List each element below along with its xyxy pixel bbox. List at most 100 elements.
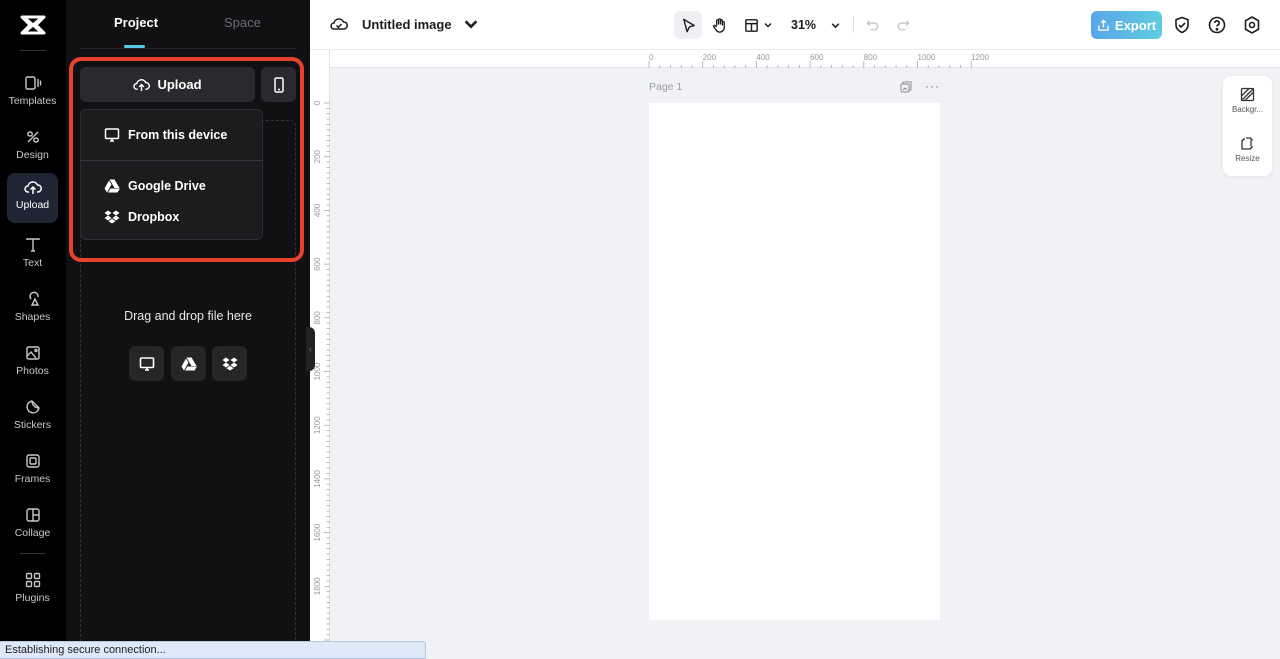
tab-project[interactable]: Project bbox=[114, 15, 158, 30]
rail-item-upload[interactable]: Upload bbox=[7, 173, 58, 223]
left-rail: Templates Design Upload Text Shapes Phot… bbox=[0, 0, 66, 659]
rail-divider bbox=[20, 553, 46, 554]
ruler-label: 1600 bbox=[313, 523, 322, 541]
chevron-down-icon bbox=[831, 22, 839, 28]
collage-icon bbox=[25, 508, 40, 522]
select-tool[interactable] bbox=[674, 11, 702, 39]
ruler-label: 800 bbox=[864, 53, 878, 62]
monitor-icon bbox=[139, 356, 154, 371]
mobile-phone-icon bbox=[273, 76, 284, 93]
export-icon bbox=[1098, 18, 1109, 31]
rail-item-plugins[interactable]: Plugins bbox=[7, 566, 58, 616]
rail-item-collage[interactable]: Collage bbox=[7, 501, 58, 551]
photos-icon bbox=[25, 346, 40, 360]
background-tool[interactable]: Backgr... bbox=[1223, 87, 1272, 114]
export-label: Export bbox=[1114, 17, 1157, 33]
zoom-menu[interactable] bbox=[827, 11, 843, 39]
side-tool-label: Resize bbox=[1235, 154, 1260, 163]
menu-item-dropbox[interactable]: Dropbox bbox=[81, 202, 262, 232]
upload-from-phone-button[interactable] bbox=[261, 67, 296, 102]
browser-status-bar: Establishing secure connection... bbox=[0, 641, 426, 659]
ruler-label: 1400 bbox=[313, 469, 322, 487]
layout-icon bbox=[745, 18, 758, 32]
pointer-icon bbox=[682, 18, 695, 32]
zoom-level[interactable]: 31% bbox=[791, 18, 816, 32]
upload-button[interactable]: Upload bbox=[80, 67, 255, 102]
menu-item-from-this-device[interactable]: From this device bbox=[81, 120, 262, 150]
background-icon bbox=[1240, 87, 1255, 102]
rail-label: Shapes bbox=[14, 311, 51, 323]
collapse-panel-handle[interactable]: ‹ bbox=[306, 327, 315, 371]
resize-tool[interactable]: Resize bbox=[1223, 136, 1272, 163]
resize-icon bbox=[1241, 137, 1253, 150]
dropbox-icon bbox=[104, 210, 120, 224]
ruler-label: 1200 bbox=[313, 416, 322, 434]
menu-divider bbox=[81, 160, 262, 161]
export-button[interactable]: Export bbox=[1091, 11, 1162, 39]
toolbar-divider bbox=[853, 17, 854, 33]
help-icon[interactable] bbox=[1207, 15, 1227, 35]
chevron-down-icon bbox=[464, 20, 477, 29]
hand-tool[interactable] bbox=[705, 11, 733, 39]
text-icon bbox=[25, 238, 40, 252]
menu-item-label: From this device bbox=[128, 128, 228, 142]
capcut-logo-icon[interactable] bbox=[19, 14, 47, 36]
upload-source-menu: From this device Google Drive Dropbox bbox=[80, 109, 263, 240]
upload-button-label: Upload bbox=[157, 77, 202, 92]
rail-item-templates[interactable]: Templates bbox=[7, 69, 58, 119]
rail-label: Plugins bbox=[15, 592, 50, 604]
rail-label: Text bbox=[22, 257, 43, 269]
page-label: Page 1 bbox=[649, 81, 683, 93]
ruler-label: 200 bbox=[313, 149, 322, 163]
upload-cloud-icon bbox=[23, 181, 42, 194]
document-title-menu[interactable]: Untitled image bbox=[330, 15, 480, 33]
ruler-label: 600 bbox=[313, 257, 322, 271]
shapes-icon bbox=[28, 291, 39, 306]
rail-label: Frames bbox=[14, 473, 51, 485]
rail-label: Design bbox=[16, 149, 49, 161]
ruler-label: 1000 bbox=[918, 53, 936, 62]
google-drive-icon bbox=[104, 179, 120, 193]
undo-icon bbox=[865, 19, 878, 30]
ruler-label: 600 bbox=[810, 53, 824, 62]
canvas-page[interactable] bbox=[649, 103, 940, 620]
redo-icon bbox=[897, 19, 910, 30]
side-tools-panel: Backgr... Resize bbox=[1223, 76, 1272, 176]
from-device-button[interactable] bbox=[129, 346, 164, 381]
rail-item-shapes[interactable]: Shapes bbox=[7, 285, 58, 335]
ruler-label: 0 bbox=[649, 53, 654, 62]
duplicate-page-icon[interactable] bbox=[900, 81, 912, 93]
rail-label: Photos bbox=[16, 365, 49, 377]
frames-icon bbox=[25, 454, 40, 468]
rail-item-photos[interactable]: Photos bbox=[7, 339, 58, 389]
rail-label: Templates bbox=[8, 95, 57, 107]
cloud-saved-icon bbox=[330, 18, 348, 30]
ruler-label: 200 bbox=[703, 53, 717, 62]
settings-icon[interactable] bbox=[1242, 15, 1262, 35]
google-drive-button[interactable] bbox=[171, 346, 206, 381]
panel-tabs: Project Space bbox=[66, 0, 310, 49]
rail-divider bbox=[20, 50, 46, 51]
rail-item-design[interactable]: Design bbox=[7, 123, 58, 173]
rail-item-stickers[interactable]: Stickers bbox=[7, 393, 58, 443]
horizontal-ruler: 0 200 400 600 800 1000 1200 bbox=[330, 50, 1280, 68]
rail-item-text[interactable]: Text bbox=[7, 231, 58, 281]
rail-label: Collage bbox=[14, 527, 51, 539]
rail-label: Upload bbox=[15, 199, 50, 211]
top-toolbar: Untitled image 31% Export bbox=[310, 0, 1280, 50]
design-icon bbox=[26, 131, 39, 143]
ruler-label: 400 bbox=[313, 203, 322, 217]
menu-item-google-drive[interactable]: Google Drive bbox=[81, 171, 262, 201]
redo-button[interactable] bbox=[893, 11, 913, 39]
dropbox-button[interactable] bbox=[212, 346, 247, 381]
document-title: Untitled image bbox=[362, 16, 452, 32]
page-more-options-icon[interactable]: ··· bbox=[925, 79, 940, 93]
tab-space[interactable]: Space bbox=[224, 15, 261, 30]
rail-item-frames[interactable]: Frames bbox=[7, 447, 58, 497]
undo-button[interactable] bbox=[862, 11, 882, 39]
chevron-down-icon bbox=[764, 23, 772, 28]
tabs-divider bbox=[80, 48, 296, 49]
shield-check-icon[interactable] bbox=[1172, 15, 1192, 35]
monitor-icon bbox=[104, 128, 120, 142]
layout-menu[interactable] bbox=[740, 11, 776, 39]
